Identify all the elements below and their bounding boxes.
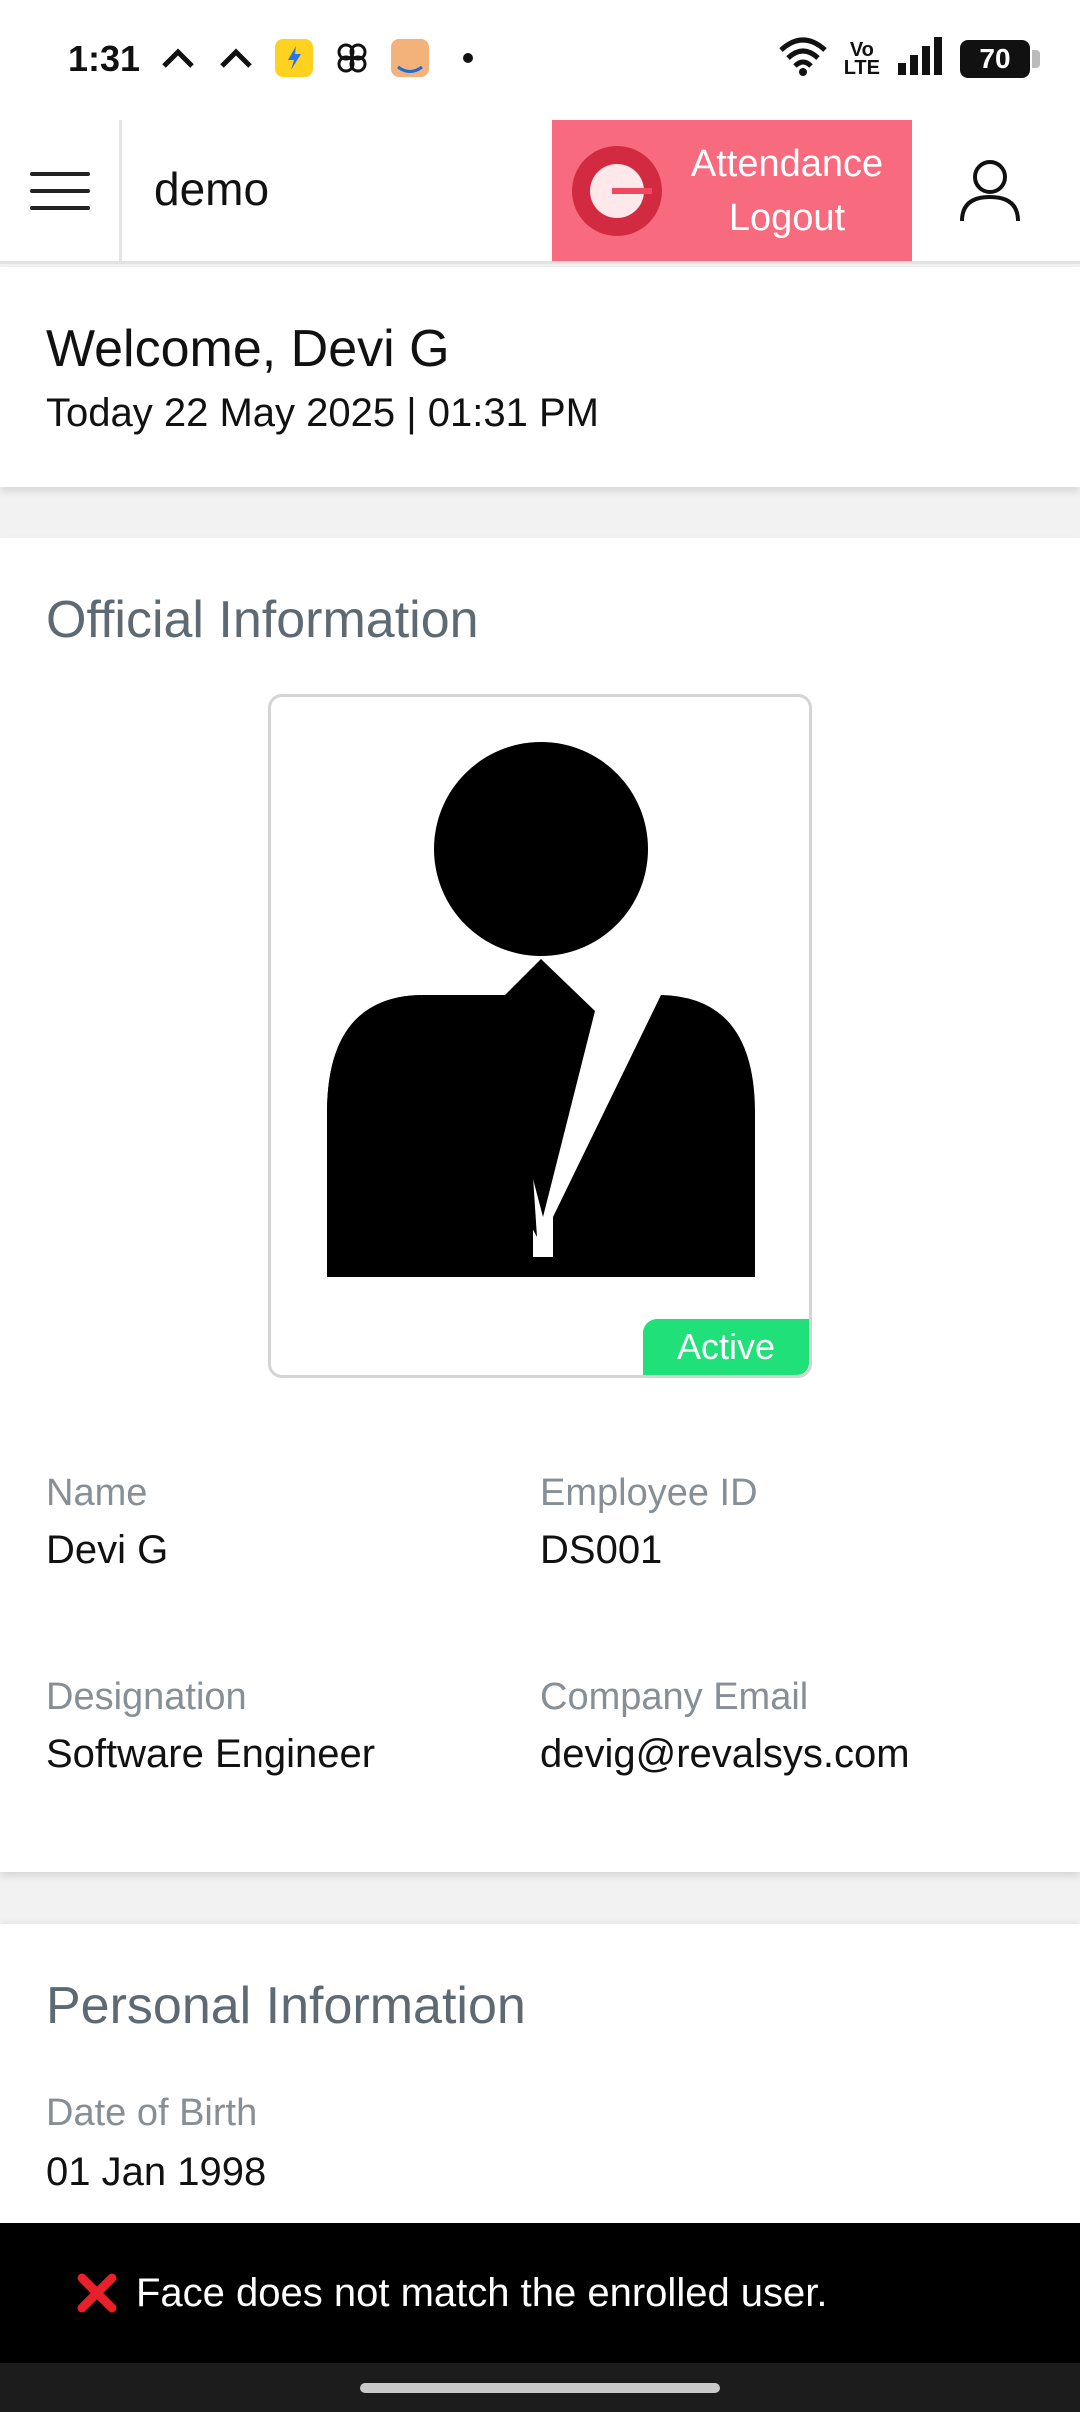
- app-title: demo: [154, 163, 270, 215]
- employee-id-value: DS001: [540, 1528, 663, 1572]
- flipkart-icon: [274, 38, 314, 78]
- welcome-date: Today 22 May 2025 | 01:31 PM: [46, 391, 599, 435]
- welcome-card: Welcome, Devi G Today 22 May 2025 | 01:3…: [0, 267, 1080, 487]
- welcome-title: Welcome, Devi G: [46, 320, 450, 378]
- user-profile-icon: [960, 160, 1020, 222]
- wifi-icon: [778, 36, 828, 81]
- attendance-logout-button[interactable]: Attendance Logout: [552, 120, 912, 261]
- status-time: 1:31: [68, 38, 141, 79]
- dob-label: Date of Birth: [46, 2092, 258, 2134]
- chevron-up-icon: [216, 38, 256, 78]
- app-bar: demo Attendance Logout: [0, 120, 1080, 264]
- navigation-bar: [0, 2363, 1080, 2412]
- status-bar: 1:31 Vo LTE 70: [0, 0, 1080, 120]
- designation-value: Software Engineer: [46, 1732, 376, 1776]
- logout-label: Logout: [728, 196, 846, 239]
- system-icons: Vo LTE 70: [778, 36, 1040, 81]
- error-x-icon: [74, 2270, 120, 2316]
- company-email-label: Company Email: [540, 1676, 809, 1718]
- designation-label: Designation: [46, 1676, 247, 1718]
- avatar-placeholder-icon: [327, 742, 755, 1277]
- status-badge: Active: [643, 1319, 809, 1375]
- snackbar-message: Face does not match the enrolled user.: [136, 2270, 828, 2315]
- attendance-label: Attendance: [690, 142, 884, 185]
- dot-icon: [448, 38, 488, 78]
- name-value: Devi G: [46, 1528, 169, 1572]
- chevron-up-icon: [158, 38, 198, 78]
- name-label: Name: [46, 1472, 148, 1514]
- dob-value: 01 Jan 1998: [46, 2150, 267, 2194]
- signal-icon: [896, 37, 944, 80]
- menu-icon: [29, 171, 90, 210]
- pinwheel-icon: [332, 38, 372, 78]
- attendance-logout-icon: [572, 145, 662, 236]
- section-title: Official Information: [46, 591, 479, 649]
- volte-label: Vo LTE: [843, 38, 880, 79]
- official-information-card: Official Information Active Name Devi G …: [0, 538, 1080, 1872]
- employee-photo: Active: [268, 694, 812, 1378]
- menu-button[interactable]: [0, 120, 122, 261]
- employee-id-label: Employee ID: [540, 1472, 758, 1514]
- home-gesture-handle[interactable]: [360, 2383, 720, 2393]
- company-email-value: devig@revalsys.com: [540, 1732, 910, 1776]
- profile-button[interactable]: [950, 150, 1030, 230]
- section-title: Personal Information: [46, 1977, 526, 2035]
- attendance-logout-label: Attendance Logout: [662, 137, 912, 245]
- error-snackbar: Face does not match the enrolled user.: [0, 2223, 1080, 2363]
- amazon-icon: [390, 38, 430, 78]
- battery-icon: 70: [960, 39, 1040, 78]
- notification-icons: [158, 38, 488, 78]
